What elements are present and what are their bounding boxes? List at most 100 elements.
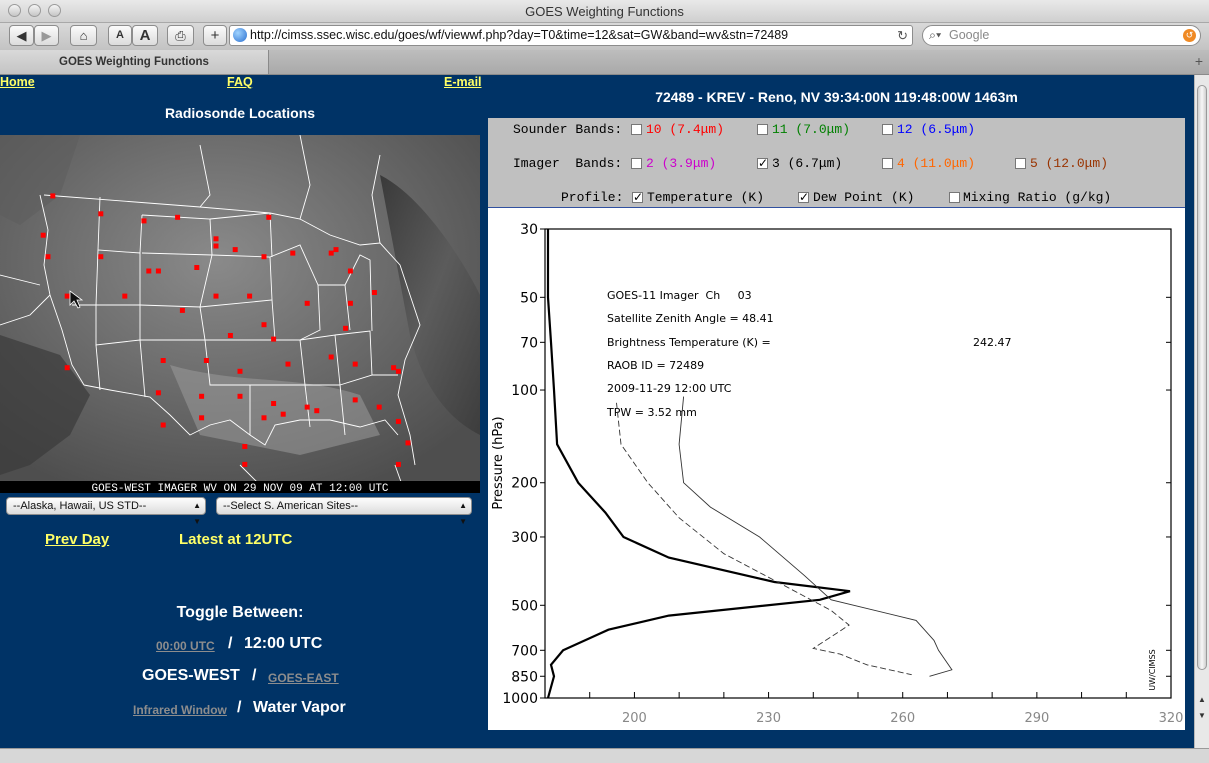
station-marker[interactable]	[45, 254, 51, 260]
station-marker[interactable]	[199, 393, 205, 399]
reload-icon[interactable]: ↻	[897, 26, 908, 45]
station-marker[interactable]	[179, 307, 185, 313]
snapback-icon[interactable]: ↺	[1183, 29, 1196, 42]
station-marker[interactable]	[98, 254, 104, 260]
station-marker[interactable]	[160, 358, 166, 363]
station-marker[interactable]	[247, 293, 253, 299]
imager-band-4-checkbox[interactable]	[882, 158, 893, 169]
station-marker[interactable]	[242, 444, 248, 449]
station-marker[interactable]	[352, 397, 358, 403]
alaska-hawaii-select[interactable]: --Alaska, Hawaii, US STD-- ▲ ▼	[6, 497, 206, 526]
station-marker[interactable]	[266, 214, 272, 220]
station-marker[interactable]	[213, 293, 219, 299]
vertical-scrollbar-thumb[interactable]	[1197, 85, 1207, 670]
email-link[interactable]: E-mail	[444, 75, 482, 89]
station-marker[interactable]	[271, 401, 277, 406]
station-marker[interactable]	[271, 336, 277, 342]
sounder-band-12-checkbox[interactable]	[882, 124, 893, 135]
temperature-checkbox[interactable]: ✓	[632, 191, 643, 203]
station-marker[interactable]	[405, 440, 411, 446]
scroll-up-arrow-icon[interactable]: ▲	[1198, 695, 1206, 704]
imager-band-3-checkbox[interactable]: ✓	[757, 157, 768, 169]
station-marker[interactable]	[285, 361, 291, 367]
radiosonde-map[interactable]: GOES-WEST IMAGER WV ON 29 NOV 09 AT 12:0…	[0, 135, 480, 493]
infrared-window-link[interactable]: Infrared Window	[133, 703, 227, 717]
station-header: 72489 - KREV - Reno, NV 39:34:00N 119:48…	[655, 89, 1018, 105]
text-smaller-button[interactable]: A	[108, 25, 132, 46]
globe-icon	[233, 28, 247, 42]
station-marker[interactable]	[347, 268, 353, 274]
station-marker[interactable]	[395, 461, 401, 467]
station-marker[interactable]	[155, 390, 161, 396]
back-button[interactable]: ◀	[9, 25, 34, 46]
station-marker[interactable]	[227, 333, 233, 338]
station-marker[interactable]	[237, 368, 243, 374]
station-marker[interactable]	[237, 393, 243, 399]
add-bookmark-button[interactable]: +	[203, 25, 227, 46]
station-marker[interactable]	[328, 354, 334, 360]
prev-day-link[interactable]: Prev Day	[45, 531, 109, 548]
station-marker[interactable]	[328, 250, 334, 256]
home-button[interactable]: ⌂	[70, 25, 97, 46]
text-bigger-button[interactable]: A	[132, 25, 158, 46]
imager-band-5-checkbox[interactable]	[1015, 158, 1026, 169]
address-bar[interactable]: http://cimss.ssec.wisc.edu/goes/wf/vieww…	[229, 25, 913, 46]
station-marker[interactable]	[343, 325, 349, 331]
time-0000-link[interactable]: 00:00 UTC	[156, 639, 215, 653]
station-marker[interactable]	[146, 268, 152, 274]
tab-goes-weighting-functions[interactable]: GOES Weighting Functions	[0, 50, 269, 74]
station-marker[interactable]	[347, 300, 353, 306]
goes-east-link[interactable]: GOES-EAST	[268, 671, 339, 685]
scroll-down-arrow-icon[interactable]: ▼	[1198, 711, 1206, 720]
station-marker[interactable]	[261, 322, 267, 328]
station-marker[interactable]	[199, 415, 205, 421]
station-marker[interactable]	[141, 218, 147, 224]
sounder-band-11-checkbox[interactable]	[757, 124, 768, 135]
forward-button[interactable]: ▶	[34, 25, 59, 46]
home-link[interactable]: Home	[0, 75, 35, 89]
sounder-band-10-checkbox[interactable]	[631, 124, 642, 135]
mixing-ratio-checkbox[interactable]	[949, 192, 960, 203]
search-field[interactable]: ⌕▾ Google ↺	[922, 25, 1201, 46]
separator: /	[228, 635, 233, 652]
station-marker[interactable]	[160, 422, 166, 428]
station-marker[interactable]	[304, 300, 310, 306]
station-marker[interactable]	[261, 254, 267, 260]
station-marker[interactable]	[314, 408, 320, 414]
imager-band-2-checkbox[interactable]	[631, 158, 642, 169]
station-marker[interactable]	[155, 268, 161, 274]
station-marker[interactable]	[175, 214, 181, 220]
station-marker[interactable]	[371, 290, 377, 295]
band-controls-panel: Sounder Bands: 10 (7.4μm) 11 (7.0μm) 12 …	[488, 118, 1185, 207]
station-marker[interactable]	[242, 461, 248, 467]
station-marker[interactable]	[261, 415, 267, 421]
station-marker[interactable]	[122, 293, 128, 299]
station-marker[interactable]	[98, 211, 104, 217]
new-tab-button[interactable]: +	[1195, 53, 1203, 69]
south-american-select[interactable]: --Select S. American Sites-- ▲ ▼	[216, 497, 472, 526]
station-marker[interactable]	[395, 368, 401, 374]
station-marker[interactable]	[290, 250, 296, 256]
station-marker[interactable]	[203, 358, 209, 363]
station-marker[interactable]	[395, 418, 401, 424]
print-button[interactable]: ⎙	[167, 25, 194, 46]
station-marker[interactable]	[213, 243, 219, 249]
station-marker[interactable]	[194, 265, 200, 270]
station-marker[interactable]	[352, 361, 358, 367]
station-marker[interactable]	[213, 236, 219, 242]
station-marker[interactable]	[64, 293, 70, 299]
station-marker[interactable]	[391, 365, 397, 371]
station-marker[interactable]	[333, 247, 339, 253]
faq-link[interactable]: FAQ	[227, 75, 253, 89]
dew-point-checkbox[interactable]: ✓	[798, 191, 809, 203]
vertical-scrollbar[interactable]: ▲ ▼	[1194, 75, 1209, 748]
station-marker[interactable]	[280, 411, 286, 417]
imager-band-4-label: 4 (11.0μm)	[897, 156, 976, 171]
station-marker[interactable]	[232, 247, 238, 253]
station-marker[interactable]	[50, 193, 56, 199]
station-marker[interactable]	[304, 404, 310, 410]
station-marker[interactable]	[376, 404, 382, 410]
station-marker[interactable]	[40, 232, 46, 238]
station-marker[interactable]	[64, 365, 70, 371]
pressure-tick-label: 300	[511, 530, 538, 546]
